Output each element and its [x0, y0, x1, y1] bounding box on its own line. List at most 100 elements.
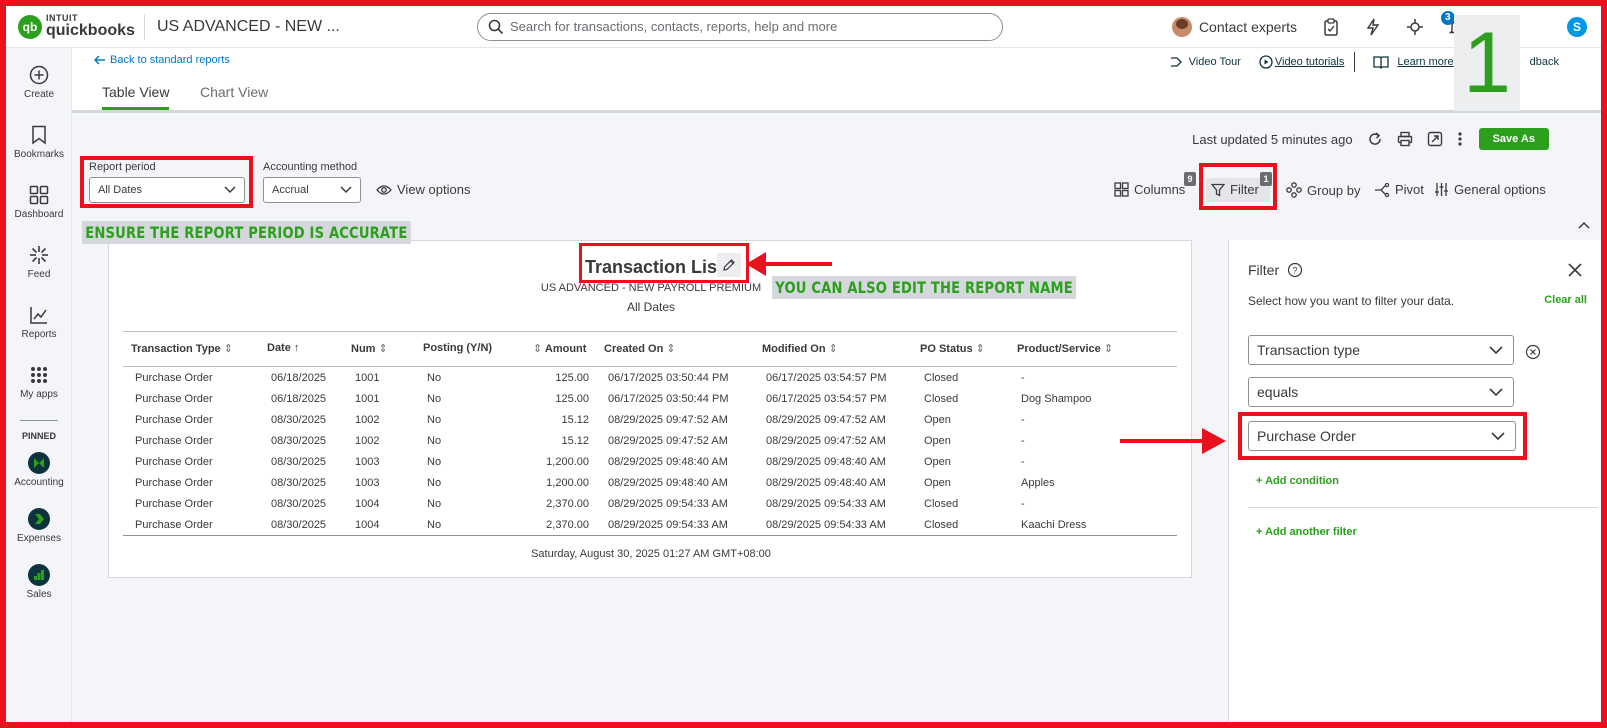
nav-create[interactable]: Create [6, 64, 72, 100]
nav-bookmarks[interactable]: Bookmarks [6, 124, 72, 160]
table-cell: 15.12 [561, 435, 589, 447]
table-row[interactable]: Purchase Order 08/30/2025 1004 No 2,370.00 08… [123, 494, 1177, 515]
table-row[interactable]: Purchase Order 08/30/2025 1004 No 2,370.00 08… [123, 515, 1177, 536]
table-cell: 08/29/2025 09:47:52 AM [766, 435, 886, 447]
table-row[interactable]: Purchase Order 06/18/2025 1001 No 125.00 06/1… [123, 389, 1177, 410]
column-header-created-on[interactable]: Created On ⇕ [604, 342, 676, 355]
table-cell: Closed [924, 519, 959, 531]
table-cell: 08/30/2025 [271, 519, 327, 531]
pivot-button[interactable]: Pivot [1374, 182, 1424, 197]
table-row[interactable]: Purchase Order 08/30/2025 1002 No 15.12 08/29… [123, 431, 1177, 452]
video-tutorials-link[interactable]: Video tutorials [1259, 55, 1344, 69]
table-cell: No [427, 519, 442, 531]
user-avatar[interactable]: S [1567, 17, 1587, 37]
nav-reports[interactable]: Reports [6, 304, 72, 340]
company-name[interactable]: US ADVANCED - NEW ... [157, 18, 477, 36]
group-by-button[interactable]: Group by [1286, 182, 1360, 198]
contact-experts-button[interactable]: Contact experts [1171, 17, 1297, 37]
filter-label: Filter [1230, 182, 1259, 197]
column-header-date[interactable]: Date ↑ [267, 342, 299, 354]
more-vertical-icon[interactable] [1457, 131, 1463, 147]
back-link-label: Back to standard reports [110, 54, 230, 66]
column-header-po-status[interactable]: PO Status ⇕ [920, 342, 985, 355]
table-cell: No [427, 414, 442, 426]
notifications-badge: 3 [1441, 11, 1455, 25]
nav-accounting[interactable]: Accounting [6, 452, 72, 488]
report-period-select[interactable]: All Dates [89, 177, 245, 203]
table-cell: No [427, 498, 442, 510]
table-cell: 08/29/2025 09:47:52 AM [766, 414, 886, 426]
view-options-button[interactable]: View options [376, 182, 470, 197]
save-as-button[interactable]: Save As [1478, 128, 1549, 150]
table-row[interactable]: Purchase Order 08/30/2025 1003 No 1,200.00 08… [123, 473, 1177, 494]
report-period-label: Report period [89, 161, 156, 173]
table-cell: 1003 [355, 477, 380, 489]
table-cell: Purchase Order [135, 372, 213, 384]
table-row[interactable]: Purchase Order 08/30/2025 1002 No 15.12 08/29… [123, 410, 1177, 431]
table-cell: 1,200.00 [546, 477, 589, 489]
chevron-down-icon [1489, 387, 1503, 396]
column-header-product-service[interactable]: Product/Service ⇕ [1017, 342, 1113, 355]
view-options-label: View options [397, 182, 471, 197]
nav-label: Dashboard [14, 209, 64, 220]
accounting-method-select[interactable]: Accrual [263, 177, 361, 203]
table-row[interactable]: Purchase Order 06/18/2025 1001 No 125.00 06/1… [123, 368, 1177, 389]
tab-chart-view[interactable]: Chart View [200, 84, 268, 107]
add-another-filter-link[interactable]: + Add another filter [1256, 526, 1357, 538]
column-header-modified-on[interactable]: Modified On ⇕ [762, 342, 838, 355]
table-cell: Kaachi Dress [1021, 519, 1087, 531]
nav-my-apps[interactable]: My apps [6, 364, 72, 400]
back-to-reports-link[interactable]: Back to standard reports [94, 54, 230, 66]
clipboard-icon[interactable] [1321, 17, 1341, 37]
table-cell: Purchase Order [135, 477, 213, 489]
video-tour-label: Video Tour [1188, 56, 1241, 68]
column-header-transaction-type[interactable]: Transaction Type ⇕ [131, 342, 233, 355]
apps-plug-icon[interactable] [1405, 17, 1425, 37]
column-header-num[interactable]: Num ⇕ [351, 342, 388, 355]
refresh-icon[interactable] [1367, 131, 1383, 147]
filter-operator-select[interactable]: equals [1248, 377, 1514, 407]
table-cell: - [1021, 456, 1025, 468]
table-cell: 08/29/2025 09:48:40 AM [608, 477, 728, 489]
columns-button[interactable]: Columns [1114, 182, 1185, 197]
qb-logo-icon: qb [18, 14, 42, 39]
column-header-posting[interactable]: Posting (Y/N) [423, 342, 492, 354]
search-input[interactable]: Search for transactions, contacts, repor… [477, 12, 1003, 41]
table-cell: 1,200.00 [546, 456, 589, 468]
close-icon[interactable] [1567, 262, 1583, 278]
table-cell: - [1021, 498, 1025, 510]
report-header: Back to standard reports Table View Char… [72, 15, 1601, 112]
video-tour-link[interactable]: Video Tour [1169, 55, 1241, 69]
print-icon[interactable] [1397, 131, 1413, 147]
filter-value-select[interactable]: Purchase Order [1248, 421, 1516, 451]
table-cell: 1002 [355, 435, 380, 447]
remove-filter-icon[interactable] [1525, 344, 1541, 360]
collapse-chevron-up-icon[interactable] [1573, 214, 1595, 236]
column-header-amount[interactable]: ⇕ Amount [533, 342, 586, 355]
nav-label: Accounting [14, 477, 64, 488]
quickbooks-logo[interactable]: qb INTUIT quickbooks [18, 14, 144, 39]
export-icon[interactable] [1427, 131, 1443, 147]
filter-field-select[interactable]: Transaction type [1248, 335, 1514, 365]
nav-feed[interactable]: Feed [6, 244, 72, 280]
help-circle-icon[interactable]: ? [1287, 262, 1303, 278]
lightning-icon[interactable] [1363, 17, 1383, 37]
plus-circle-icon [6, 64, 72, 86]
tab-table-view[interactable]: Table View [102, 84, 170, 110]
general-options-button[interactable]: General options [1434, 182, 1546, 197]
learn-more-label: Learn more [1397, 56, 1454, 68]
table-row[interactable]: Purchase Order 08/30/2025 1003 No 1,200.00 08… [123, 452, 1177, 473]
book-icon [1373, 56, 1390, 69]
sales-icon [28, 564, 50, 586]
add-condition-link[interactable]: + Add condition [1256, 475, 1339, 487]
table-cell: - [1021, 372, 1025, 384]
clear-all-link[interactable]: Clear all [1544, 294, 1587, 306]
nav-sales[interactable]: Sales [6, 564, 72, 600]
table-cell: 06/17/2025 03:50:44 PM [608, 393, 729, 405]
learn-more-link[interactable]: Learn more [1373, 55, 1454, 69]
nav-expenses[interactable]: Expenses [6, 508, 72, 544]
nav-dashboard[interactable]: Dashboard [6, 184, 72, 220]
filter-button[interactable]: Filter [1211, 182, 1259, 197]
edit-pencil-icon[interactable] [717, 253, 741, 277]
filter-panel: Filter ? Select how you want to filter y… [1228, 240, 1601, 722]
